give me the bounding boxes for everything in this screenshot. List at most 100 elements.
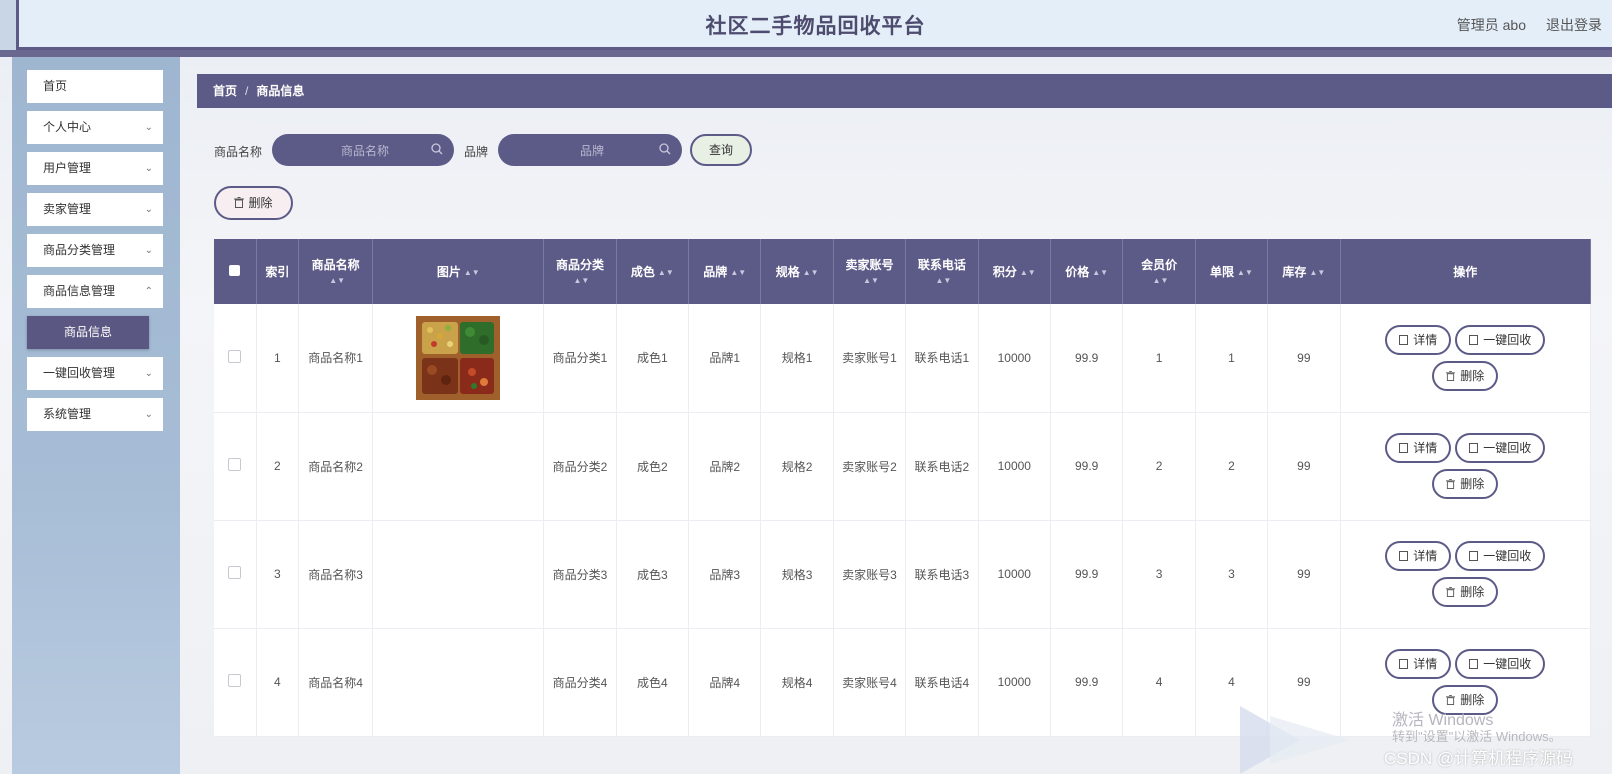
sidebar-subitem-product-info[interactable]: 商品信息 — [27, 316, 149, 349]
column-header[interactable]: 卖家账号 ▲▼ — [833, 239, 907, 304]
cell-price: 99.9 — [1050, 628, 1124, 737]
sort-icon[interactable]: ▲▼ — [935, 276, 951, 285]
cell-seller-account: 卖家账号4 — [833, 628, 907, 737]
sort-icon[interactable]: ▲▼ — [863, 276, 879, 285]
breadcrumb-home[interactable]: 首页 — [213, 84, 237, 98]
column-header[interactable]: 积分 ▲▼ — [978, 239, 1051, 304]
column-header[interactable]: 商品名称 ▲▼ — [298, 239, 374, 304]
document-icon — [1469, 443, 1479, 453]
cell-member-price: 3 — [1122, 520, 1196, 629]
sidebar-item-product-management[interactable]: 商品信息管理 ⌃ — [27, 275, 163, 308]
select-all-checkbox[interactable] — [229, 264, 241, 276]
sort-icon[interactable]: ▲▼ — [329, 276, 345, 285]
sort-icon[interactable]: ▲▼ — [464, 268, 480, 277]
row-checkbox-cell[interactable] — [214, 520, 257, 629]
sort-icon[interactable]: ▲▼ — [730, 268, 746, 277]
row-checkbox[interactable] — [228, 458, 242, 471]
cell-member-price: 2 — [1122, 412, 1196, 521]
detail-label: 详情 — [1413, 332, 1438, 347]
sort-icon[interactable]: ▲▼ — [1020, 268, 1036, 277]
sidebar-item-label: 卖家管理 — [43, 202, 92, 216]
recycle-button[interactable]: 一键回收 — [1455, 433, 1546, 463]
sort-icon[interactable]: ▲▼ — [574, 276, 590, 285]
column-header[interactable]: 联系电话 ▲▼ — [905, 239, 979, 304]
sidebar-item-recycle-management[interactable]: 一键回收管理 ⌄ — [27, 357, 163, 390]
cell-stock: 99 — [1267, 304, 1341, 413]
cell-phone: 联系电话1 — [905, 304, 979, 413]
column-header[interactable]: 成色 ▲▼ — [616, 239, 690, 304]
top-header: 社区二手物品回收平台 管理员 abo 退出登录 — [0, 0, 1612, 50]
cell-spec: 规格4 — [760, 628, 834, 737]
column-header[interactable]: 价格 ▲▼ — [1050, 239, 1124, 304]
sort-icon[interactable]: ▲▼ — [1309, 268, 1325, 277]
sidebar-item-personal-center[interactable]: 个人中心 ⌄ — [27, 111, 163, 144]
row-checkbox-cell[interactable] — [214, 304, 257, 413]
cell-seller-account: 卖家账号2 — [833, 412, 907, 521]
column-header[interactable]: 商品分类 ▲▼ — [543, 239, 617, 304]
search-icon — [659, 143, 671, 155]
cell-condition: 成色2 — [616, 412, 690, 521]
recycle-button[interactable]: 一键回收 — [1455, 649, 1546, 679]
row-checkbox[interactable] — [228, 674, 242, 687]
cell-member-price: 1 — [1122, 304, 1196, 413]
column-header[interactable]: 单限 ▲▼ — [1195, 239, 1269, 304]
sidebar-item-seller-management[interactable]: 卖家管理 ⌄ — [27, 193, 163, 226]
batch-delete-button[interactable]: 删除 — [214, 186, 293, 220]
detail-button[interactable]: 详情 — [1385, 541, 1452, 571]
document-icon — [1399, 334, 1409, 345]
cell-price: 99.9 — [1050, 412, 1124, 521]
cell-brand: 品牌4 — [688, 628, 762, 737]
column-header[interactable]: 库存 ▲▼ — [1267, 239, 1341, 304]
table-row: 1 商品名称1 商品分类1 成色1 品牌1 规格1 卖家账号1 联系电话1 10000 99.9 1… — [214, 304, 1592, 413]
sort-icon[interactable]: ▲▼ — [1237, 268, 1253, 277]
detail-button[interactable]: 详情 — [1385, 433, 1452, 463]
cell-index: 3 — [256, 520, 299, 629]
product-thumbnail — [416, 315, 501, 400]
recycle-label: 一键回收 — [1483, 332, 1532, 347]
cell-image — [372, 628, 545, 737]
sort-icon[interactable]: ▲▼ — [803, 268, 819, 277]
sidebar-item-label: 一键回收管理 — [43, 366, 116, 380]
sort-icon[interactable]: ▲▼ — [1153, 276, 1169, 285]
row-checkbox[interactable] — [228, 349, 242, 363]
chevron-down-icon: ⌄ — [144, 122, 153, 133]
recycle-button[interactable]: 一键回收 — [1455, 541, 1546, 571]
delete-button[interactable]: 删除 — [1432, 360, 1499, 391]
cell-brand: 品牌1 — [688, 304, 762, 413]
query-button[interactable]: 查询 — [690, 134, 752, 166]
trash-icon — [1446, 695, 1456, 705]
recycle-button[interactable]: 一键回收 — [1455, 324, 1546, 355]
delete-label: 删除 — [1460, 585, 1485, 599]
sidebar-item-category-management[interactable]: 商品分类管理 ⌄ — [27, 234, 163, 267]
cell-stock: 99 — [1267, 520, 1341, 629]
column-header[interactable]: 会员价 ▲▼ — [1122, 239, 1196, 304]
select-all-checkbox-cell[interactable] — [214, 239, 257, 304]
column-header[interactable]: 图片 ▲▼ — [372, 239, 545, 304]
cell-actions: 详情 一键回收删除 — [1340, 520, 1592, 629]
detail-button[interactable]: 详情 — [1385, 649, 1452, 679]
cell-price: 99.9 — [1050, 520, 1124, 629]
sidebar-item-user-management[interactable]: 用户管理 ⌄ — [27, 152, 163, 185]
detail-button[interactable]: 详情 — [1385, 324, 1452, 355]
delete-button[interactable]: 删除 — [1432, 469, 1499, 499]
recycle-label: 一键回收 — [1483, 549, 1532, 563]
row-checkbox-cell[interactable] — [214, 628, 257, 737]
csdn-watermark: CSDN @计算机程序源码 — [1384, 749, 1574, 768]
cell-index: 4 — [256, 628, 299, 737]
column-header[interactable]: 品牌 ▲▼ — [688, 239, 762, 304]
sort-icon[interactable]: ▲▼ — [658, 268, 674, 277]
row-checkbox-cell[interactable] — [214, 412, 257, 521]
column-header[interactable]: 规格 ▲▼ — [760, 239, 834, 304]
sort-icon[interactable]: ▲▼ — [1092, 268, 1108, 277]
cell-points: 10000 — [978, 304, 1051, 413]
table-row: 4 商品名称4 商品分类4 成色4 品牌4 规格4 卖家账号4 联系电话4 10000 99.9 4… — [214, 628, 1592, 737]
logout-link[interactable]: 退出登录 — [1546, 15, 1602, 35]
sidebar-item-system-management[interactable]: 系统管理 ⌄ — [27, 398, 163, 431]
cell-image — [372, 520, 545, 629]
delete-label: 删除 — [1460, 368, 1485, 383]
delete-button[interactable]: 删除 — [1432, 577, 1499, 607]
row-checkbox[interactable] — [228, 566, 242, 579]
cell-points: 10000 — [978, 412, 1051, 521]
sidebar-item-home[interactable]: 首页 — [27, 70, 163, 103]
batch-delete-label: 删除 — [248, 196, 273, 210]
